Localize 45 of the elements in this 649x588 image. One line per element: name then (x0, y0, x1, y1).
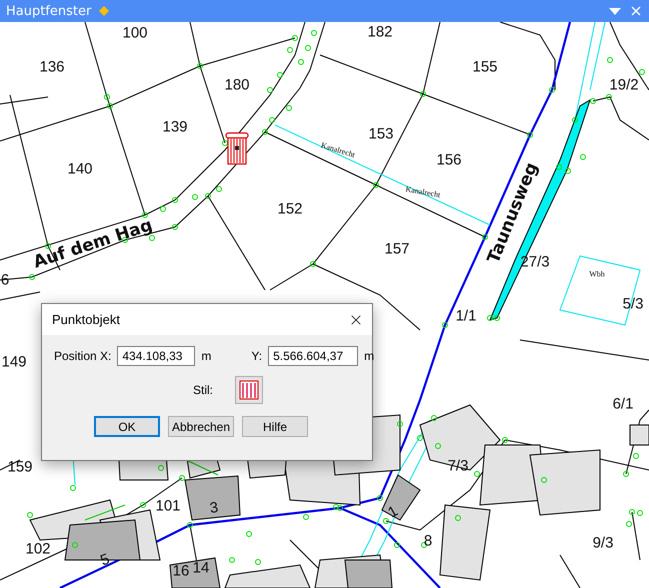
parcel-number: 9/3 (592, 534, 614, 552)
parcel-number: 8 (424, 532, 432, 550)
parcel-number: 180 (224, 76, 250, 94)
diamond-icon (99, 6, 110, 16)
parcel-number: 136 (39, 58, 65, 76)
parcel-number: 139 (162, 118, 188, 136)
parcel-number: 1/1 (456, 308, 476, 324)
parcel-number: 155 (472, 58, 498, 76)
dialog-title: Punktobjekt (52, 312, 121, 327)
window-title: Hauptfenster (6, 4, 92, 18)
street-name: Auf dem Hag (31, 215, 155, 273)
parcel-number: 1 (385, 502, 401, 522)
coordinate-field[interactable]: 5.566.604,37 (268, 346, 358, 366)
dropdown-icon[interactable] (609, 8, 621, 14)
parcel-number: 149 (1, 354, 27, 370)
parcel-number: 5 (98, 550, 112, 570)
parcel-number: 152 (277, 200, 303, 218)
parcel-number: 102 (25, 540, 51, 558)
parcel-number: 157 (384, 240, 410, 258)
parcel-number: 100 (122, 24, 148, 42)
parcel-number: 6/1 (612, 396, 634, 412)
parcel-number: 16 (172, 562, 190, 580)
dialog-button[interactable]: OK (94, 416, 160, 437)
field-label: Position X: (54, 349, 112, 363)
dialog-button[interactable]: Hilfe (242, 416, 308, 437)
parcel-number: 159 (7, 458, 33, 476)
parcel-number: 101 (155, 498, 181, 514)
dialog-button[interactable]: Abbrechen (168, 416, 234, 437)
parcel-number: 140 (67, 160, 93, 178)
parcel-number: 156 (436, 152, 462, 168)
striped-style-icon (239, 380, 259, 400)
parcel-number: 14 (192, 560, 210, 576)
coordinate-field[interactable]: 434.108,33 (117, 346, 196, 366)
style-button[interactable] (235, 376, 263, 404)
parcel-number: 3 (208, 499, 220, 517)
parcel-number: 153 (368, 126, 394, 142)
parcel-number: 19/2 (609, 76, 639, 94)
field-label: Y: (251, 349, 262, 363)
trash-bin-marker-icon[interactable] (225, 132, 249, 166)
map-annotation: Kanalrecht (404, 184, 442, 200)
unit-label: m (201, 349, 212, 363)
map-annotation: Wbh (589, 270, 605, 278)
style-label: Stil: (192, 383, 213, 397)
parcel-number: 182 (367, 24, 393, 40)
unit-label: m (364, 349, 374, 363)
